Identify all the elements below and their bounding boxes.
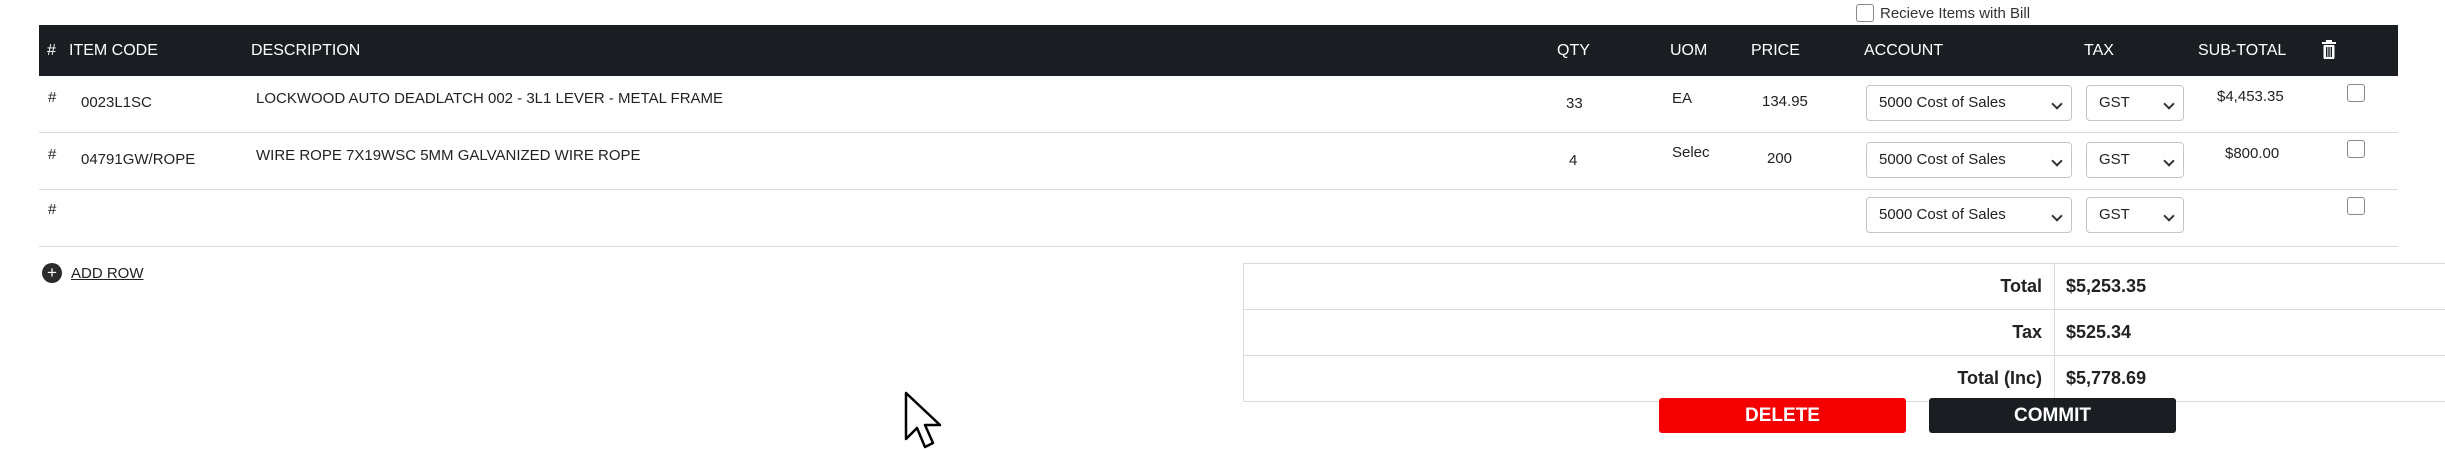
col-tax: TAX bbox=[2084, 42, 2114, 59]
item-code-cell[interactable]: 0023L1SC bbox=[81, 95, 152, 110]
col-item-code: ITEM CODE bbox=[69, 42, 158, 59]
plus-circle-icon: + bbox=[42, 263, 62, 283]
tax-select[interactable]: GST bbox=[2086, 85, 2184, 121]
tax-row: Tax $525.34 bbox=[1244, 310, 2445, 356]
total-value: $5,253.35 bbox=[2066, 276, 2147, 296]
row-select-checkbox[interactable] bbox=[2347, 197, 2365, 215]
subtotal-cell: $800.00 bbox=[2225, 145, 2280, 162]
row-hash: # bbox=[48, 89, 57, 106]
chevron-down-icon bbox=[2163, 98, 2175, 110]
chevron-down-icon bbox=[2051, 98, 2063, 110]
total-inc-row: Total (Inc) $5,778.69 bbox=[1244, 356, 2445, 402]
totals-panel: Total $5,253.35 Tax $525.34 Total (Inc) … bbox=[1243, 263, 2445, 402]
account-select-value: 5000 Cost of Sales bbox=[1879, 151, 2006, 168]
tax-select[interactable]: GST bbox=[2086, 197, 2184, 233]
table-header: # ITEM CODE DESCRIPTION QTY UOM PRICE AC… bbox=[39, 25, 2398, 76]
col-hash: # bbox=[47, 42, 56, 59]
delete-button[interactable]: DELETE bbox=[1659, 398, 1906, 433]
trash-icon[interactable] bbox=[2322, 40, 2336, 63]
table-row: # 0023L1SC LOCKWOOD AUTO DEADLATCH 002 -… bbox=[39, 76, 2398, 133]
account-select[interactable]: 5000 Cost of Sales bbox=[1866, 197, 2072, 233]
description-cell[interactable]: WIRE ROPE 7X19WSC 5MM GALVANIZED WIRE RO… bbox=[256, 148, 641, 163]
chevron-down-icon bbox=[2051, 210, 2063, 222]
col-uom: UOM bbox=[1670, 42, 1708, 59]
receive-with-bill-option[interactable]: Recieve Items with Bill bbox=[1856, 3, 2030, 23]
col-account: ACCOUNT bbox=[1864, 42, 1944, 59]
qty-cell[interactable]: 4 bbox=[1569, 153, 1577, 168]
total-inc-value: $5,778.69 bbox=[2066, 368, 2147, 388]
mouse-cursor-icon bbox=[904, 391, 946, 449]
account-select-value: 5000 Cost of Sales bbox=[1879, 206, 2006, 223]
description-cell[interactable]: LOCKWOOD AUTO DEADLATCH 002 - 3L1 LEVER … bbox=[256, 91, 723, 106]
uom-cell[interactable]: EA bbox=[1672, 91, 1692, 106]
receive-with-bill-checkbox[interactable] bbox=[1856, 4, 1874, 22]
total-label: Total bbox=[2000, 276, 2042, 296]
table-row: # 5000 Cost of Sales GST bbox=[39, 190, 2398, 247]
col-price: PRICE bbox=[1751, 42, 1800, 59]
chevron-down-icon bbox=[2163, 210, 2175, 222]
item-code-cell[interactable]: 04791GW/ROPE bbox=[81, 152, 195, 167]
row-select-checkbox[interactable] bbox=[2347, 140, 2365, 158]
price-cell[interactable]: 200 bbox=[1767, 151, 1792, 166]
tax-select-value: GST bbox=[2099, 206, 2130, 223]
col-subtotal: SUB-TOTAL bbox=[2198, 42, 2287, 59]
table-row: # 04791GW/ROPE WIRE ROPE 7X19WSC 5MM GAL… bbox=[39, 133, 2398, 190]
add-row-button[interactable]: + ADD ROW bbox=[42, 263, 144, 283]
tax-select-value: GST bbox=[2099, 94, 2130, 111]
tax-select-value: GST bbox=[2099, 151, 2130, 168]
account-select[interactable]: 5000 Cost of Sales bbox=[1866, 85, 2072, 121]
total-row: Total $5,253.35 bbox=[1244, 264, 2445, 310]
price-cell[interactable]: 134.95 bbox=[1762, 94, 1808, 109]
receive-with-bill-label: Recieve Items with Bill bbox=[1880, 4, 2031, 22]
row-hash: # bbox=[48, 146, 57, 163]
account-select-value: 5000 Cost of Sales bbox=[1879, 94, 2006, 111]
account-select[interactable]: 5000 Cost of Sales bbox=[1866, 142, 2072, 178]
row-hash: # bbox=[48, 201, 57, 218]
col-qty: QTY bbox=[1557, 42, 1590, 59]
add-row-label: ADD ROW bbox=[71, 264, 144, 282]
qty-cell[interactable]: 33 bbox=[1566, 96, 1583, 111]
subtotal-cell: $4,453.35 bbox=[2217, 88, 2284, 105]
commit-button[interactable]: COMMIT bbox=[1929, 398, 2176, 433]
chevron-down-icon bbox=[2051, 155, 2063, 167]
tax-select[interactable]: GST bbox=[2086, 142, 2184, 178]
col-description: DESCRIPTION bbox=[251, 42, 361, 59]
tax-label: Tax bbox=[2012, 322, 2042, 342]
row-select-checkbox[interactable] bbox=[2347, 84, 2365, 102]
chevron-down-icon bbox=[2163, 155, 2175, 167]
total-inc-label: Total (Inc) bbox=[1957, 368, 2042, 388]
uom-cell[interactable]: Selec bbox=[1672, 145, 1710, 160]
tax-value: $525.34 bbox=[2066, 322, 2132, 342]
